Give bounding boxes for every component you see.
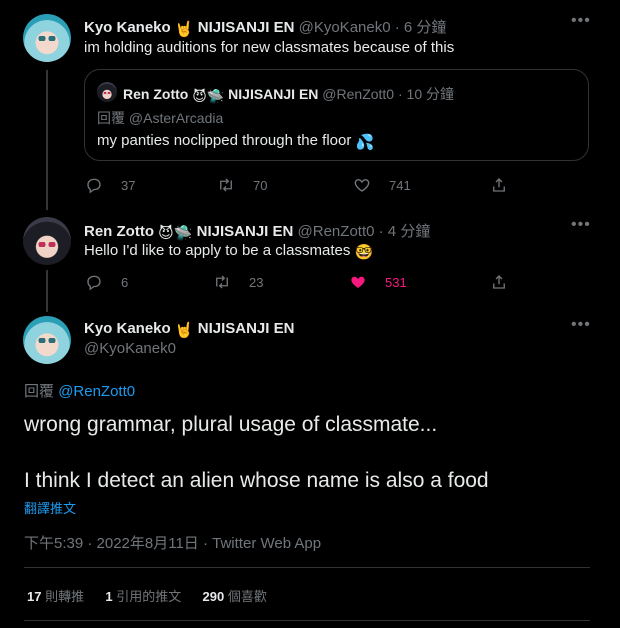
reply-button[interactable]: 6 <box>85 273 128 291</box>
quoted-avatar <box>97 82 117 102</box>
thread-connector-1 <box>46 70 48 210</box>
author-name[interactable]: Ren Zotto <box>84 223 154 240</box>
reply-count: 37 <box>121 177 136 193</box>
reply-context: 回覆 @RenZott0 <box>24 380 135 401</box>
retweet-button[interactable]: 70 <box>217 176 267 194</box>
retweet-stat[interactable]: 17 則轉推 <box>27 589 88 604</box>
quote-stat[interactable]: 1 引用的推文 <box>105 589 185 604</box>
quoted-tweet-time: · 10 分鐘 <box>398 86 455 102</box>
ufo-emoji-icon: 🛸 <box>206 88 225 104</box>
share-icon <box>493 275 505 289</box>
like-count: 741 <box>389 177 411 193</box>
author-handle[interactable]: @KyoKanek0 <box>299 19 391 36</box>
quoted-reply-to: @AsterArcadia <box>128 110 224 126</box>
smiling-imp-emoji-icon: 😈 <box>158 225 174 242</box>
more-options-icon[interactable]: ••• <box>571 216 591 234</box>
tweet-time[interactable]: · 4 分鐘 <box>379 223 431 240</box>
quoted-tweet-text: my panties noclipped through the floor <box>97 132 352 149</box>
retweet-icon <box>220 178 232 192</box>
tweet-header: Ren Zotto 😈🛸 NIJISANJI EN @RenZott0 · 4 … <box>84 220 430 242</box>
tweet-time[interactable]: · 6 分鐘 <box>395 19 447 36</box>
divider <box>24 620 590 621</box>
ufo-emoji-icon: 🛸 <box>173 225 193 242</box>
retweet-count: 70 <box>253 177 268 193</box>
author-name[interactable]: Kyo Kaneko <box>84 320 171 337</box>
reply-to-link[interactable]: @RenZott0 <box>58 383 135 400</box>
reply-button[interactable]: 37 <box>85 176 135 194</box>
share-button[interactable] <box>490 176 526 194</box>
author-name-suffix[interactable]: NIJISANJI EN <box>197 223 294 240</box>
reply-icon <box>87 178 101 194</box>
reply-count: 6 <box>121 274 129 290</box>
translate-link[interactable]: 翻譯推文 <box>24 498 76 517</box>
main-tweet-text-line2: I think I detect an alien whose name is … <box>24 469 489 492</box>
heart-icon <box>354 179 370 192</box>
quoted-tweet-text-row: my panties noclipped through the floor 💦 <box>97 132 374 151</box>
like-button[interactable]: 741 <box>353 176 411 194</box>
tweet-timestamp[interactable]: 下午5:39 · 2022年8月11日 · Twitter Web App <box>24 532 321 553</box>
like-stat-count: 290 <box>202 589 225 604</box>
quoted-author-name-suffix: NIJISANJI EN <box>228 86 319 102</box>
author-name-suffix[interactable]: NIJISANJI EN <box>198 19 295 36</box>
like-stat-label: 個喜歡 <box>227 589 267 604</box>
nerd-face-emoji-icon: 🤓 <box>354 244 374 261</box>
author-handle[interactable]: @RenZott0 <box>298 223 375 240</box>
author-name-suffix[interactable]: NIJISANJI EN <box>198 320 295 337</box>
reply-prefix: 回覆 <box>24 383 55 400</box>
quoted-author-name: Ren Zotto <box>123 86 189 102</box>
quote-stat-count: 1 <box>105 589 113 604</box>
share-button[interactable] <box>490 273 526 291</box>
tweet-text-row: Hello I'd like to apply to be a classmat… <box>84 242 373 261</box>
avatar[interactable] <box>23 217 71 265</box>
avatar[interactable] <box>23 14 71 62</box>
retweet-button[interactable]: 23 <box>213 273 263 291</box>
share-icon <box>493 178 505 192</box>
avatar[interactable] <box>23 316 71 364</box>
more-options-icon[interactable]: ••• <box>571 12 591 30</box>
retweet-icon <box>216 275 228 289</box>
quoted-tweet-header: Ren Zotto 😈🛸 NIJISANJI EN @RenZott0 · 10… <box>123 84 454 105</box>
retweet-count: 23 <box>249 274 264 290</box>
tweet-header: Kyo Kaneko 🤘 NIJISANJI EN @KyoKanek0 · 6… <box>84 16 446 38</box>
tweet-text: Hello I'd like to apply to be a classmat… <box>84 242 351 259</box>
thread-connector-2 <box>46 270 48 312</box>
reply-icon <box>87 275 101 291</box>
rock-hand-emoji-icon: 🤘 <box>174 322 194 339</box>
author-handle[interactable]: @KyoKanek0 <box>84 340 176 357</box>
author-name[interactable]: Kyo Kaneko <box>84 19 171 36</box>
tweet-stats: 17 則轉推 1 引用的推文 290 個喜歡 <box>27 586 267 605</box>
sweat-droplets-emoji-icon: 💦 <box>355 134 375 151</box>
like-count: 531 <box>385 274 407 290</box>
tweet-text: im holding auditions for new classmates … <box>84 39 455 56</box>
main-author: Kyo Kaneko 🤘 NIJISANJI EN <box>84 320 294 339</box>
quoted-reply-prefix: 回覆 <box>97 110 125 126</box>
smiling-imp-emoji-icon: 😈 <box>192 88 207 104</box>
quote-stat-label: 引用的推文 <box>116 589 182 604</box>
main-tweet-text-line1: wrong grammar, plural usage of classmate… <box>24 413 438 436</box>
rock-hand-emoji-icon: 🤘 <box>174 21 194 38</box>
quoted-author-handle: @RenZott0 <box>322 86 395 102</box>
divider <box>24 567 590 568</box>
like-stat[interactable]: 290 個喜歡 <box>202 589 266 604</box>
like-button[interactable]: 531 <box>349 273 407 291</box>
heart-filled-icon <box>351 276 365 288</box>
more-options-icon[interactable]: ••• <box>571 316 591 334</box>
retweet-stat-count: 17 <box>27 589 42 604</box>
retweet-stat-label: 則轉推 <box>45 589 85 604</box>
quoted-reply-context: 回覆 @AsterArcadia <box>97 108 223 128</box>
